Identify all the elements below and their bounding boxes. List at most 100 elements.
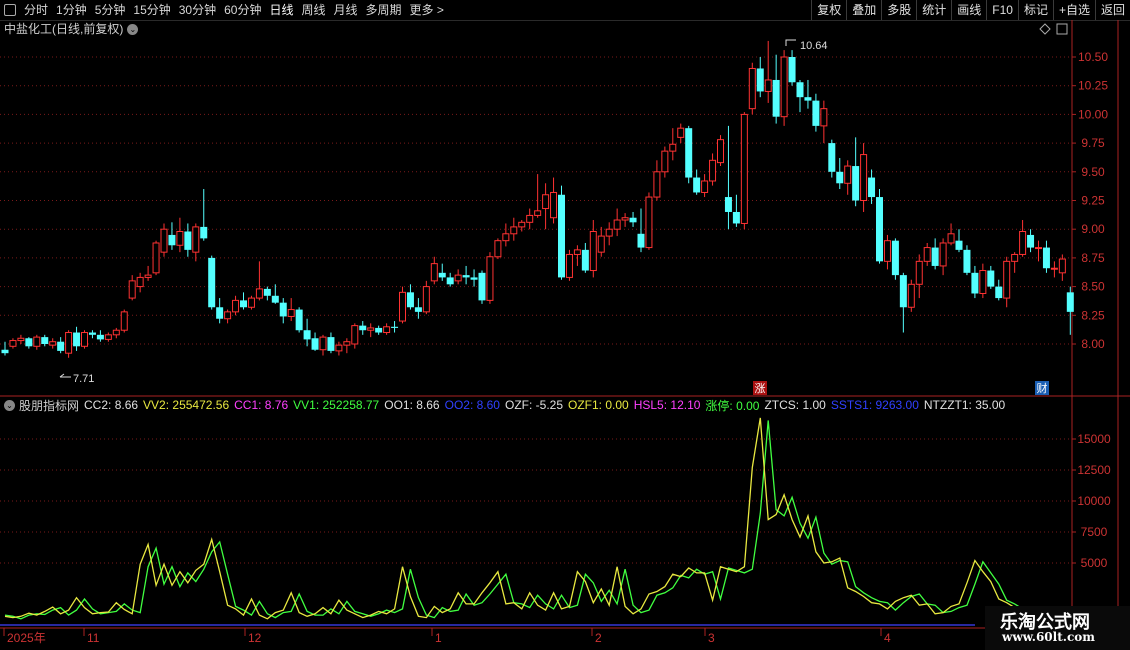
candle <box>160 223 168 257</box>
candle-body <box>279 302 287 317</box>
candle-body <box>812 100 820 126</box>
candle <box>176 217 184 253</box>
candle <box>963 245 971 276</box>
candle <box>860 143 868 212</box>
candle-body <box>860 154 868 201</box>
candle <box>406 284 414 310</box>
candle <box>899 272 907 333</box>
date-tick-label: 11 <box>87 631 100 645</box>
candles-group <box>1 40 1074 358</box>
zhang-tag-label: 涨 <box>755 382 766 395</box>
candle <box>343 338 351 354</box>
candle <box>240 292 247 310</box>
candle-body <box>343 341 351 346</box>
candle <box>1019 220 1027 257</box>
candle <box>510 217 518 241</box>
candle <box>701 174 709 198</box>
candle <box>1027 229 1035 253</box>
candle <box>987 265 995 289</box>
candle-body <box>804 97 812 101</box>
candle-body <box>104 334 112 340</box>
indicator-tick-label: 5000 <box>1081 556 1108 570</box>
candle <box>200 189 208 241</box>
candle <box>883 234 891 270</box>
indicator-name[interactable]: 股朋指标网 <box>19 397 79 414</box>
candle-body <box>550 191 558 219</box>
candle <box>645 192 653 250</box>
candle-body <box>208 257 216 308</box>
candle-body <box>518 221 526 228</box>
candle-body <box>963 249 971 273</box>
indicator-value-3: VV1: 252258.77 <box>293 398 380 412</box>
candle-body <box>49 341 57 346</box>
candle <box>907 279 915 312</box>
candle <box>796 79 804 113</box>
candle-body <box>573 249 581 255</box>
candle <box>677 123 685 144</box>
candle <box>939 238 947 276</box>
candle <box>923 242 931 266</box>
candle-body <box>240 300 247 308</box>
candle-body <box>430 263 438 282</box>
candle-body <box>295 309 303 331</box>
candle-body <box>844 165 852 184</box>
candle <box>931 238 939 270</box>
candle <box>1042 240 1050 273</box>
candle-body <box>589 230 597 272</box>
candle <box>104 332 112 342</box>
candle-body <box>772 79 780 117</box>
candle <box>852 137 860 207</box>
candle-body <box>88 332 96 335</box>
candle-body <box>414 307 422 312</box>
candle-body <box>1019 230 1027 255</box>
candle <box>661 146 669 178</box>
candle-body <box>701 180 709 193</box>
candle-body <box>891 240 899 276</box>
candle-body <box>629 217 637 223</box>
candle <box>748 62 756 115</box>
candle <box>136 272 144 293</box>
candle-body <box>1050 267 1058 270</box>
candle <box>637 208 645 253</box>
candle <box>589 220 597 278</box>
candle-body <box>1027 234 1035 248</box>
candle <box>41 334 49 347</box>
candle-body <box>621 217 629 221</box>
candle <box>438 263 446 281</box>
candle-body <box>65 332 73 354</box>
candle-body <box>907 283 915 308</box>
candle <box>367 323 375 338</box>
candle <box>534 174 542 218</box>
candle-body <box>1058 258 1066 274</box>
indicator-value-11: SSTS1: 9263.00 <box>830 398 919 412</box>
candle <box>605 222 613 246</box>
candle <box>216 298 224 324</box>
candle <box>764 40 772 103</box>
candle-body <box>677 127 685 138</box>
candle <box>120 309 128 333</box>
candle-body <box>462 275 470 278</box>
candle <box>868 169 876 204</box>
date-tick-label: 1 <box>435 631 442 645</box>
candle-body <box>232 299 240 313</box>
candle <box>311 332 319 351</box>
indicator-menu-icon[interactable]: ⌄ <box>4 399 15 411</box>
chart-canvas[interactable]: 10.50 10.25 10.00 9.75 9.50 9.25 9.00 8.75 8.50 8… <box>0 0 1130 650</box>
candle-body <box>717 139 724 164</box>
candle <box>57 337 65 354</box>
candle-body <box>836 171 844 184</box>
candle <box>876 189 883 264</box>
candle-body <box>1011 253 1019 262</box>
candle-body <box>399 291 406 322</box>
candle <box>828 139 836 178</box>
indicator-tick-label: 12500 <box>1077 463 1111 477</box>
candle-body <box>486 256 494 301</box>
candle <box>1058 254 1066 281</box>
indicator-readout: ⌄ 股朋指标网 CC2: 8.66 VV2: 255472.56 CC1: 8.76… <box>0 397 1010 413</box>
candle <box>422 280 430 315</box>
candle-body <box>955 240 963 250</box>
candle <box>184 223 192 257</box>
candle-body <box>422 286 430 313</box>
candle-body <box>788 57 796 83</box>
candle <box>454 269 462 285</box>
